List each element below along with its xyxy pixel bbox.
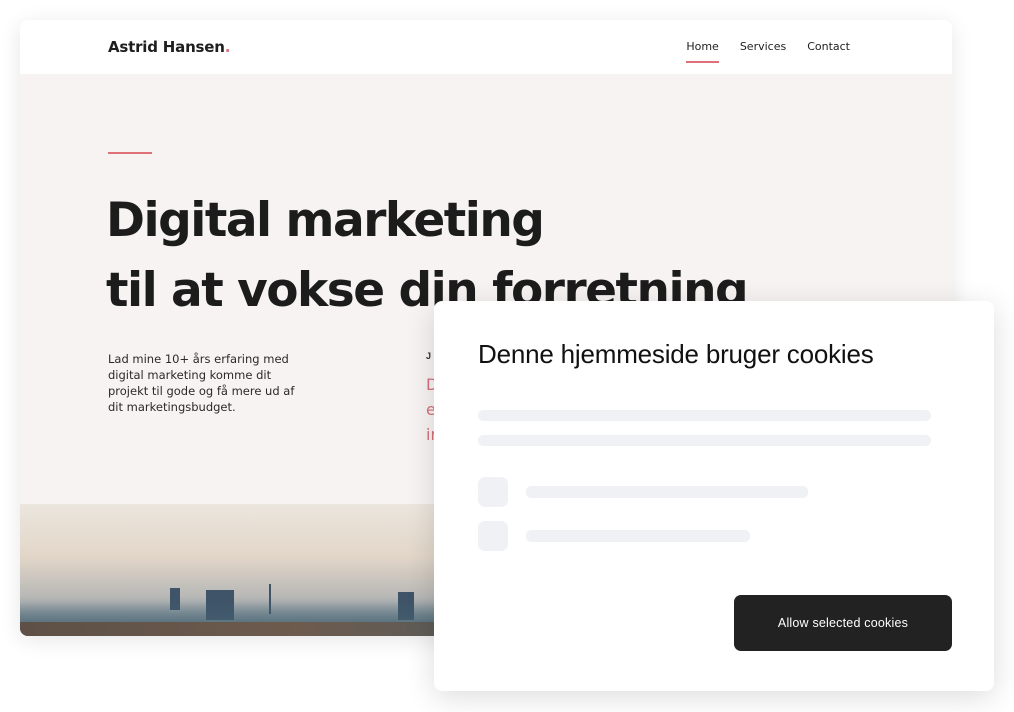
option-label-placeholder — [526, 530, 750, 542]
cookie-option-checkbox[interactable] — [478, 521, 508, 551]
brand-name: Astrid Hansen — [108, 38, 225, 56]
option-label-placeholder — [526, 486, 808, 498]
hero-title-line-1: Digital marketing — [106, 193, 545, 248]
nav-link-services[interactable]: Services — [740, 40, 786, 53]
cookie-dialog-title: Denne hjemmeside bruger cookies — [478, 339, 874, 369]
brand-dot: . — [224, 38, 231, 56]
brand-logo[interactable]: Astrid Hansen. — [108, 38, 230, 56]
partial-heading: J — [426, 351, 432, 361]
cookie-option-checkbox[interactable] — [478, 477, 508, 507]
text-placeholder — [478, 410, 931, 421]
hero-description: Lad mine 10+ års erfaring med digital ma… — [108, 352, 295, 414]
hero-accent-line — [108, 152, 152, 154]
nav-links: Home Services Contact — [686, 40, 850, 63]
nav-link-contact[interactable]: Contact — [807, 40, 850, 53]
cookie-consent-dialog: Denne hjemmeside bruger cookies Allow se… — [434, 301, 994, 691]
nav-link-home[interactable]: Home — [686, 40, 720, 63]
text-placeholder — [478, 435, 931, 446]
allow-selected-cookies-button[interactable]: Allow selected cookies — [734, 595, 952, 651]
site-navbar: Astrid Hansen. Home Services Contact — [20, 20, 952, 74]
